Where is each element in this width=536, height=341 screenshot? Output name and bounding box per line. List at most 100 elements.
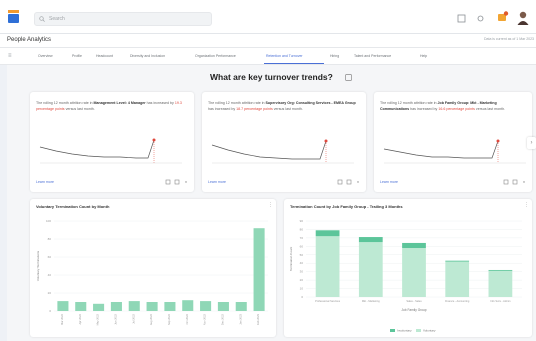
x-tick-label: Mkt - Marketing xyxy=(362,299,380,303)
bar-segment xyxy=(358,237,383,243)
y-tick-label: 0 xyxy=(49,309,51,313)
sparkline xyxy=(39,138,182,164)
x-tick-label: Apr 2022 xyxy=(78,313,82,324)
y-tick-label: 40 xyxy=(300,261,304,265)
section-headline: What are key turnover trends? xyxy=(210,72,333,82)
bar xyxy=(217,302,229,311)
collapse-sidebar-icon[interactable]: ≡ xyxy=(8,53,12,59)
learn-more-link[interactable]: Learn more xyxy=(208,180,226,184)
y-tick-label: 80 xyxy=(48,237,52,241)
learn-more-link[interactable]: Learn more xyxy=(36,180,54,184)
x-tick-label: May 2022 xyxy=(96,313,100,325)
legend-swatch xyxy=(416,329,421,332)
bar xyxy=(146,302,158,311)
bar-segment xyxy=(402,242,426,249)
y-tick-label: 100 xyxy=(46,219,51,223)
y-tick-label: 50 xyxy=(300,253,304,257)
x-axis-label: Job Family Group xyxy=(401,308,426,312)
bar-segment xyxy=(488,270,513,297)
bar-segment xyxy=(402,248,426,297)
x-tick-label: Nov 2022 xyxy=(203,313,207,325)
card-actions-icon[interactable] xyxy=(164,179,190,185)
x-tick-label: Aug 2022 xyxy=(149,313,153,325)
page-title: People Analytics xyxy=(7,37,52,43)
data-freshness-note: Data is current as of 1 Mar 2023 xyxy=(484,37,534,41)
bar xyxy=(182,300,194,311)
insight-card[interactable]: The rolling 12 month attrition rate in M… xyxy=(30,92,194,192)
bar-segment xyxy=(488,269,513,271)
y-tick-label: 60 xyxy=(48,255,52,259)
bar xyxy=(57,301,69,311)
search-input[interactable]: Search xyxy=(34,12,212,26)
x-tick-label: Jun 2022 xyxy=(113,313,117,324)
y-tick-label: 20 xyxy=(300,278,304,282)
bar xyxy=(128,301,140,311)
voluntary-terminations-panel: Voluntary Termination Count by Month ⋮ 0… xyxy=(30,199,276,337)
y-tick-label: 40 xyxy=(48,273,52,277)
bar xyxy=(235,302,247,311)
card-actions-icon[interactable] xyxy=(336,179,362,185)
tab-profile[interactable]: Profile xyxy=(72,54,82,58)
app-logo-icon[interactable] xyxy=(8,10,19,23)
x-tick-label: Sep 2022 xyxy=(167,313,171,325)
y-tick-label: 30 xyxy=(300,270,304,274)
bar-segment xyxy=(315,230,340,237)
y-tick-label: 60 xyxy=(300,244,304,248)
bar-segment xyxy=(315,236,340,297)
y-axis-label: Termination Count xyxy=(289,247,293,272)
insight-card[interactable]: The rolling 12 month attrition rate in J… xyxy=(374,92,532,192)
y-tick-label: 20 xyxy=(48,291,52,295)
page-header: People Analytics Data is current as of 1… xyxy=(0,34,536,48)
learn-more-link[interactable]: Learn more xyxy=(380,180,398,184)
inbox-icon[interactable] xyxy=(457,14,466,23)
sparkline xyxy=(211,139,354,164)
x-tick-label: Oct 2022 xyxy=(185,313,189,324)
tab-talent-performance[interactable]: Talent and Performance xyxy=(354,54,391,58)
x-tick-label: Sales - Sales xyxy=(406,299,422,303)
termination-by-job-family-panel: Termination Count by Job Family Group - … xyxy=(284,199,532,337)
y-tick-label: 80 xyxy=(300,227,304,231)
bar xyxy=(253,228,265,311)
tab-organization-performance[interactable]: Organization Performance xyxy=(195,54,236,58)
search-icon xyxy=(39,16,45,22)
search-placeholder: Search xyxy=(49,16,65,22)
notifications-icon[interactable] xyxy=(476,14,485,23)
info-icon[interactable] xyxy=(345,74,352,81)
x-tick-label: Finance - Accounting xyxy=(445,299,470,303)
bar-segment xyxy=(445,260,470,262)
sparkline xyxy=(383,139,526,164)
bar xyxy=(93,303,105,311)
bar-segment xyxy=(445,261,470,297)
x-tick-label: Professional Services xyxy=(315,299,341,303)
tab-help[interactable]: Help xyxy=(420,54,427,58)
x-tick-label: Info Svcs - Admin xyxy=(490,299,511,303)
x-tick-label: Jul 2022 xyxy=(131,313,135,323)
user-avatar[interactable] xyxy=(517,11,529,25)
x-tick-label: Mar 2022 xyxy=(60,313,64,325)
card-actions-icon[interactable] xyxy=(502,179,528,185)
tab-diversity[interactable]: Diversity and Inclusion xyxy=(130,54,165,58)
wallet-icon[interactable] xyxy=(497,10,509,22)
dashboard-tabs: ≡ Overview Profile Headcount Diversity a… xyxy=(0,48,536,65)
tab-headcount[interactable]: Headcount xyxy=(96,54,113,58)
x-tick-label: Feb 2023 xyxy=(256,313,260,325)
active-tab-indicator xyxy=(264,63,324,64)
y-tick-label: 0 xyxy=(301,295,303,299)
stacked-bar-chart-job-family: 0 10 20 30 40 50 60 70 80 90 Termination Count Prof… xyxy=(289,219,522,333)
legend-swatch xyxy=(390,329,395,332)
insight-text: The rolling 12 month attrition rate in M… xyxy=(36,101,182,111)
bar-segment xyxy=(358,242,383,297)
bar xyxy=(200,301,212,311)
next-card-button[interactable]: › xyxy=(527,137,536,149)
tab-hiring[interactable]: Hiring xyxy=(330,54,339,58)
bar xyxy=(164,302,176,311)
y-axis-label: Voluntary Terminations xyxy=(36,250,40,281)
tab-retention-turnover[interactable]: Retention and Turnover xyxy=(266,54,303,58)
x-tick-label: Jan 2023 xyxy=(238,313,242,324)
y-tick-label: 90 xyxy=(300,219,304,223)
tab-overview[interactable]: Overview xyxy=(38,54,53,58)
legend-label: Involuntary xyxy=(397,329,412,333)
insight-text: The rolling 12 month attrition rate in J… xyxy=(380,101,506,111)
insight-card[interactable]: The rolling 12 month attrition rate in S… xyxy=(202,92,366,192)
legend-label: Voluntary xyxy=(423,329,436,333)
